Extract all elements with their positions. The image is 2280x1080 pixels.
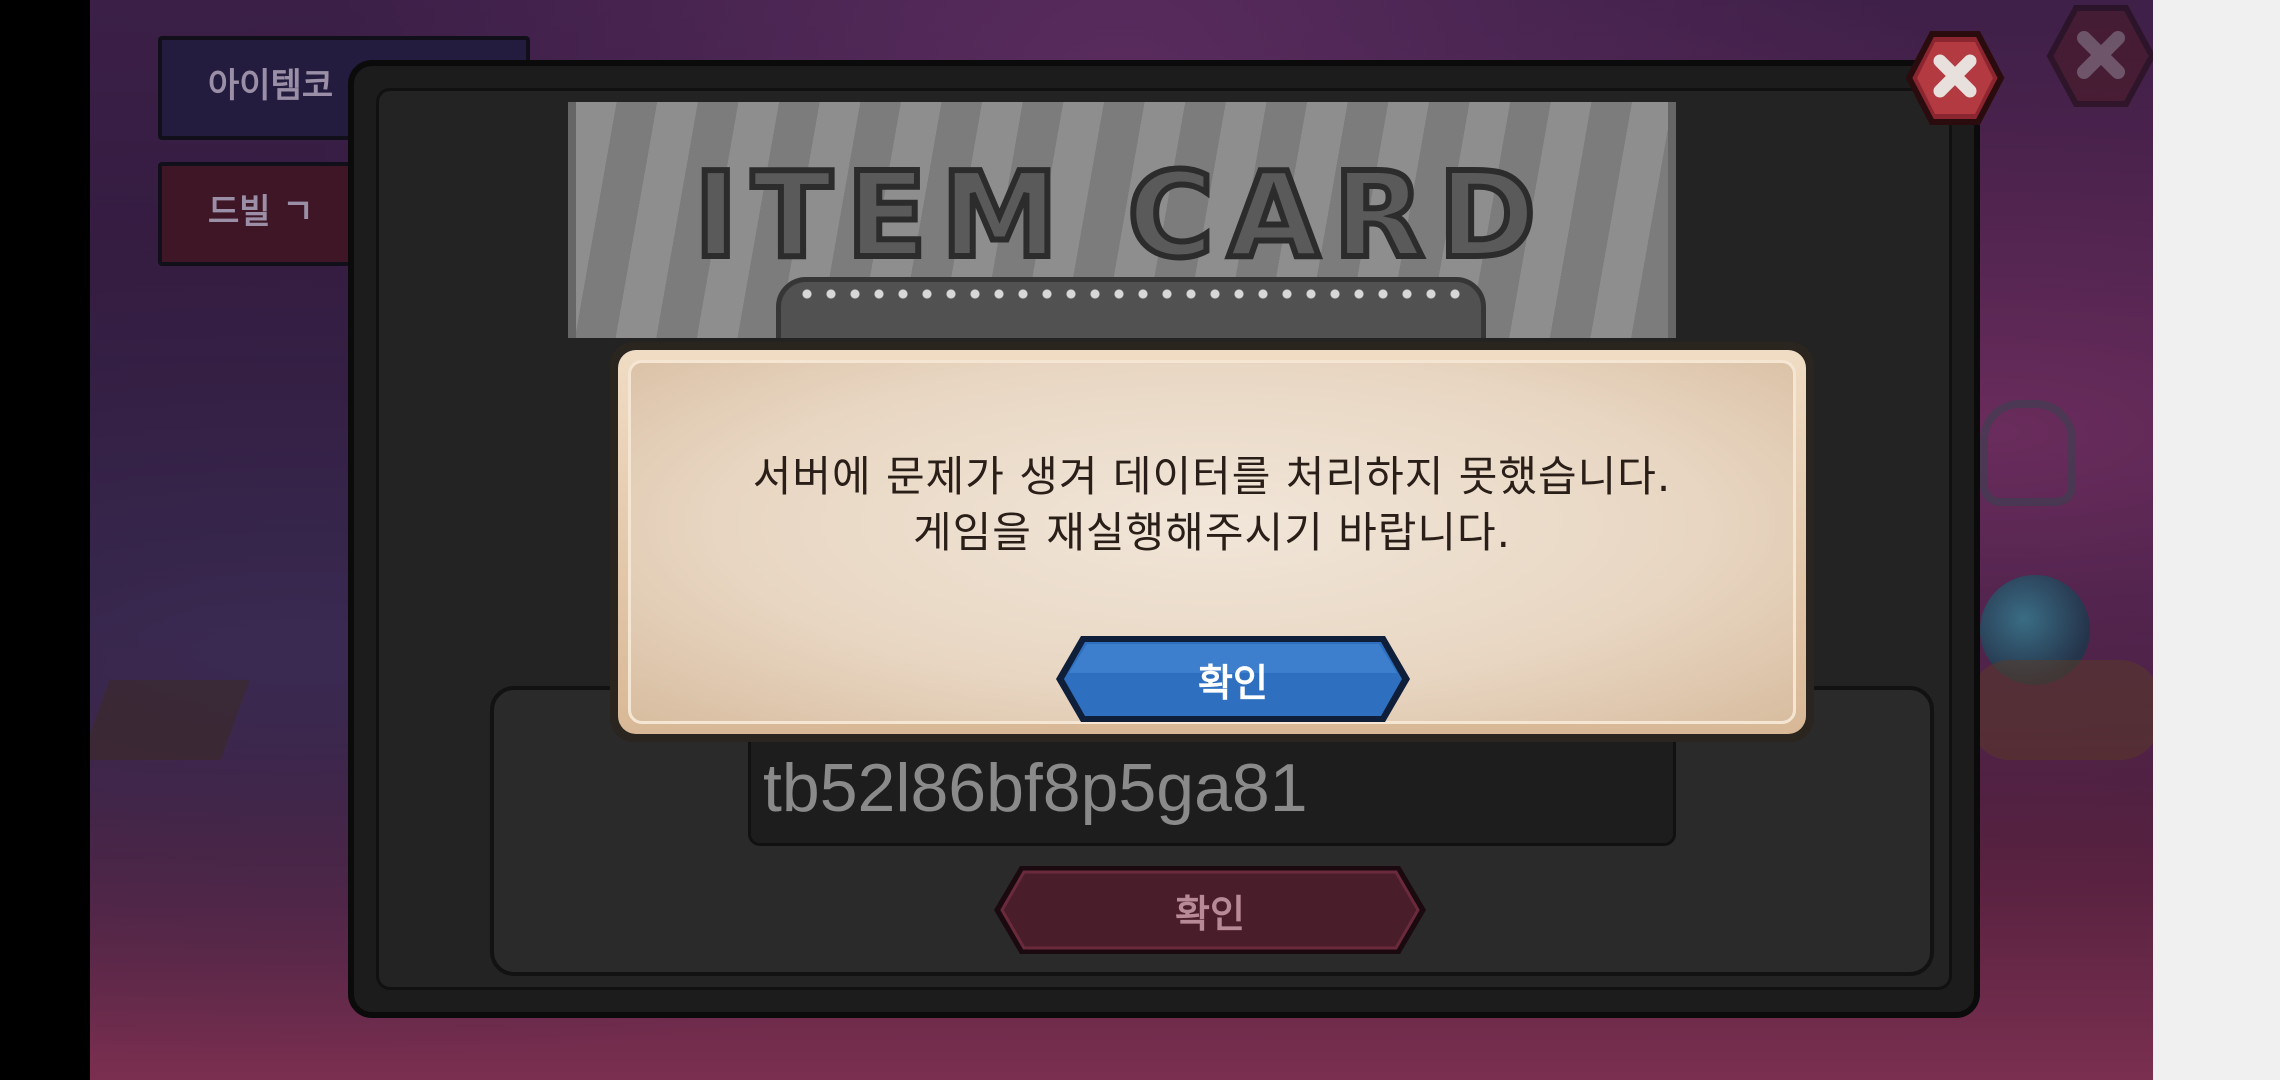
background-book <box>90 680 250 760</box>
marquee-lights <box>795 288 1467 300</box>
background-close-button[interactable] <box>2046 4 2153 108</box>
screen-margin <box>2153 0 2280 1080</box>
game-screen: 아이템코 드빌 ㄱ ITEM CARD tb52l86bf8p5ga81 확인 <box>90 0 2153 1080</box>
panel-close-button[interactable] <box>1905 30 2005 126</box>
close-icon <box>2046 5 2153 107</box>
confirm-button-label: 확인 <box>1198 660 1268 705</box>
background-lamp <box>1980 400 2076 506</box>
dialog-frame: 서버에 문제가 생겨 데이터를 처리하지 못했습니다. 게임을 재실행해주시기 … <box>618 350 1806 734</box>
error-dialog: 서버에 문제가 생겨 데이터를 처리하지 못했습니다. 게임을 재실행해주시기 … <box>610 342 1814 742</box>
item-card-banner: ITEM CARD <box>568 102 1676 338</box>
dialog-message: 서버에 문제가 생겨 데이터를 처리하지 못했습니다. 게임을 재실행해주시기 … <box>631 449 1793 561</box>
code-submit-button[interactable]: 확인 <box>990 862 1430 958</box>
close-icon <box>1905 31 2005 125</box>
banner-title: ITEM CARD <box>691 143 1551 287</box>
dialog-body: 서버에 문제가 생겨 데이터를 처리하지 못했습니다. 게임을 재실행해주시기 … <box>628 360 1796 724</box>
banner-marquee <box>776 277 1486 338</box>
dialog-message-line-1: 서버에 문제가 생겨 데이터를 처리하지 못했습니다. <box>752 452 1672 501</box>
dialog-message-line-2: 게임을 재실행해주시기 바랍니다. <box>912 508 1511 557</box>
item-code-input[interactable]: tb52l86bf8p5ga81 <box>748 730 1676 846</box>
dialog-confirm-button[interactable]: 확인 <box>1053 633 1413 725</box>
background-scrolls <box>1970 660 2153 760</box>
submit-button-label: 확인 <box>1175 891 1245 936</box>
